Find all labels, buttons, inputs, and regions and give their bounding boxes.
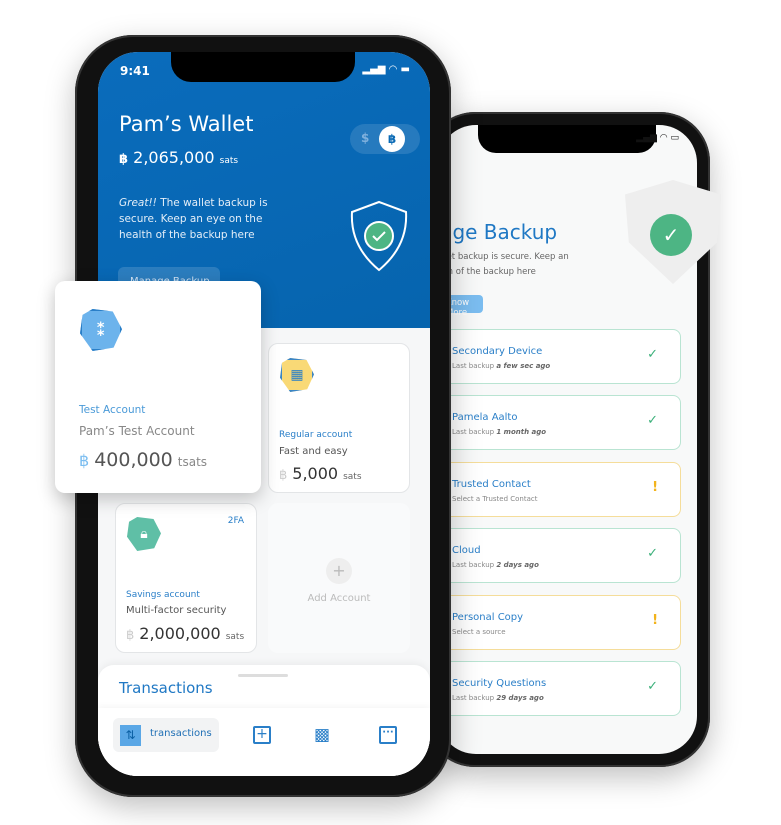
transactions-title: Transactions [119, 679, 213, 697]
account-card-test[interactable]: ⁑ Test Account Pam’s Test Account ฿ 400,0… [55, 281, 261, 493]
backup-item[interactable]: Pamela Aalto Last backup 1 month ago ✓ [438, 395, 681, 450]
arrows-up-down-icon: ⇅ [120, 725, 141, 746]
lock-icon: 🔒︎ [127, 517, 161, 551]
backup-item[interactable]: Personal Copy Select a source ! [438, 595, 681, 650]
nav-transactions-label: transactions [150, 728, 212, 739]
status-icons: ▂▄▆ ◠ ▬ [362, 64, 410, 75]
shield-icon [350, 200, 408, 272]
notch [171, 52, 355, 82]
account-amount: ฿ 2,000,000 sats [126, 624, 245, 643]
wallet-balance: ฿ 2,065,000 sats [119, 148, 239, 167]
check-icon: ✓ [647, 347, 658, 362]
warning-icon: ! [652, 613, 658, 628]
add-square-icon[interactable]: + [253, 726, 271, 744]
account-type: Savings account [126, 590, 200, 600]
check-icon: ✓ [650, 214, 692, 256]
plus-icon: + [326, 558, 352, 584]
backup-item-subtitle: Select a Trusted Contact [452, 495, 538, 503]
add-account-label: Add Account [307, 593, 371, 604]
account-name: Pam’s Test Account [79, 424, 195, 438]
backup-item-title: Personal Copy [452, 612, 524, 623]
backup-item[interactable]: Trusted Contact Select a Trusted Contact… [438, 462, 681, 517]
bottom-nav: ⇅ transactions + ▩ ··· [98, 708, 430, 776]
drag-handle[interactable] [238, 674, 288, 677]
add-account-card[interactable]: + Add Account [268, 503, 410, 653]
currency-toggle[interactable]: $ ฿ [350, 124, 420, 154]
page-title: Manage Backup [438, 220, 558, 244]
account-card-savings[interactable]: 🔒︎ 2FA Savings account Multi-factor secu… [115, 503, 257, 653]
account-name: Multi-factor security [126, 605, 227, 616]
backup-item-subtitle: Select a source [452, 628, 506, 636]
calendar-icon: ▦ [280, 358, 314, 392]
backup-item-subtitle: Last backup a few sec ago [452, 362, 551, 370]
backup-item-title: Trusted Contact [452, 479, 531, 490]
backup-item-title: Pamela Aalto [452, 412, 518, 423]
account-type: Regular account [279, 430, 353, 440]
account-name: Fast and easy [279, 446, 348, 457]
account-amount: ฿ 400,000 tsats [79, 449, 208, 471]
backup-item-subtitle: Last backup 1 month ago [452, 428, 547, 436]
backup-description: Great!! The wallet backup is secure. Kee… [438, 252, 569, 277]
nav-transactions[interactable]: ⇅ transactions [113, 718, 219, 752]
check-icon: ✓ [647, 413, 658, 428]
backup-item[interactable]: Secondary Device Last backup a few sec a… [438, 329, 681, 384]
account-amount: ฿ 5,000 sats [279, 464, 362, 483]
backup-item-title: Secondary Device [452, 346, 543, 357]
warning-icon: ! [652, 480, 658, 495]
account-type: Test Account [79, 404, 146, 416]
status-time: 9:41 [120, 64, 150, 78]
backup-message: Great!! The wallet backup is secure. Kee… [119, 197, 268, 241]
bitcoin-option[interactable]: ฿ [379, 126, 405, 152]
backup-item[interactable]: Cloud Last backup 2 days ago ✓ [438, 528, 681, 583]
account-card-regular[interactable]: ▦ Regular account Fast and easy ฿ 5,000 sa… [268, 343, 410, 493]
status-icons: ▂▄▆ ◠ ▭ [636, 133, 679, 143]
bitcoin-icon: ฿ [119, 152, 129, 167]
check-icon: ✓ [647, 546, 658, 561]
2fa-badge: 2FA [227, 516, 244, 526]
backup-item-subtitle: Last backup 2 days ago [452, 561, 539, 569]
backup-item-title: Cloud [452, 545, 481, 556]
qr-code-icon[interactable]: ▩ [314, 725, 330, 745]
notch [478, 125, 656, 153]
backup-item-subtitle: Last backup 29 days ago [452, 694, 544, 702]
more-icon[interactable]: ··· [379, 726, 397, 744]
check-icon: ✓ [647, 679, 658, 694]
backup-item[interactable]: Security Questions Last backup 29 days a… [438, 661, 681, 716]
wallet-name: Pam’s Wallet [119, 112, 254, 136]
backup-item-title: Security Questions [452, 678, 547, 689]
test-account-icon: ⁑ [80, 309, 122, 351]
dollar-option[interactable]: $ [361, 131, 369, 145]
